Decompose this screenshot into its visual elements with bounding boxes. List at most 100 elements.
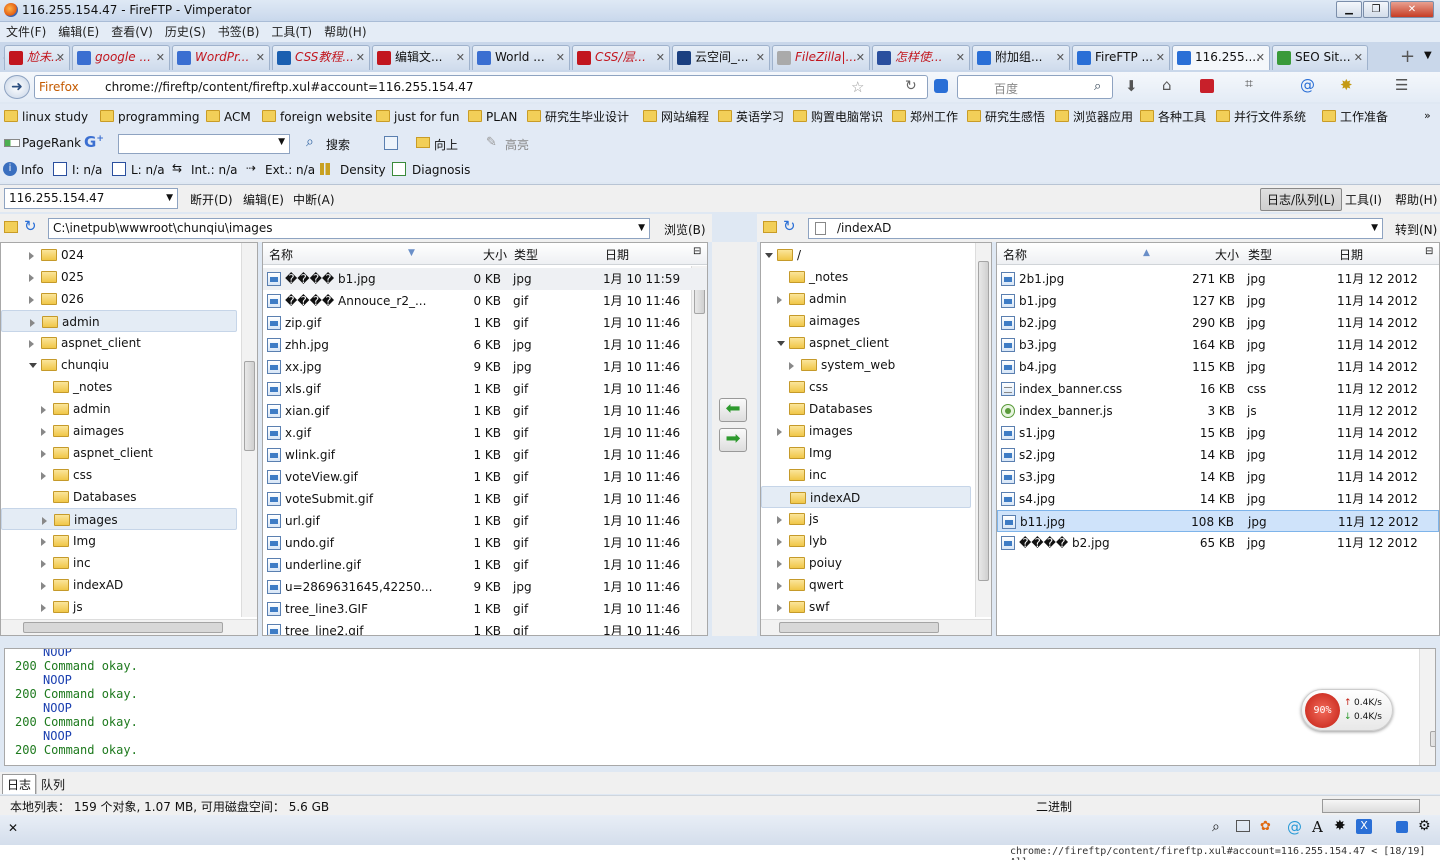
reload-icon[interactable]: ↻ <box>905 78 917 94</box>
goto-button[interactable]: 转到(N) <box>1395 221 1437 238</box>
remote-tree-scrollbar[interactable] <box>975 243 991 617</box>
fox-icon[interactable]: ✿ <box>1260 819 1271 834</box>
window-icon[interactable] <box>1236 820 1250 832</box>
browser-tab[interactable]: FireFTP ... ✕ <box>1072 45 1170 70</box>
local-tree-hscrollbar[interactable] <box>1 619 257 635</box>
close-addon-bar-icon[interactable]: ✕ <box>8 821 18 835</box>
tab-close-icon[interactable]: ✕ <box>1056 46 1065 69</box>
abort-button[interactable]: 中断(A) <box>293 191 335 208</box>
log-tab[interactable]: 日志 <box>2 774 37 794</box>
browser-tab[interactable]: CSS/层... ✕ <box>572 45 670 70</box>
tab-close-icon[interactable]: ✕ <box>1156 46 1165 69</box>
remote-col-name[interactable]: 名称 <box>1003 246 1027 263</box>
file-row[interactable]: tree_line2.gif 1 KB gif 1月 10 11:46 <box>263 620 707 635</box>
home-icon[interactable]: ⌂ <box>1162 76 1172 94</box>
local-refresh-icon[interactable]: ↻ <box>24 217 37 235</box>
expand-arrow-icon[interactable] <box>41 560 46 568</box>
expand-arrow-icon[interactable] <box>789 362 794 370</box>
indexed-i-value[interactable]: I: n/a <box>72 163 102 177</box>
tree-item[interactable]: aimages <box>1 420 237 442</box>
file-row[interactable]: underline.gif 1 KB gif 1月 10 11:46 <box>263 554 707 576</box>
menu-item[interactable]: 编辑(E) <box>52 22 105 42</box>
remote-file-list[interactable]: 名称 ▲ 大小 类型 日期 ⊟ 2b1.jpg 271 KB jpg 11月 12 2… <box>996 242 1440 636</box>
tree-item[interactable]: js <box>1 596 237 618</box>
tree-item[interactable]: inc <box>1 552 237 574</box>
tree-item[interactable]: aimages <box>761 310 971 332</box>
expand-arrow-icon[interactable] <box>29 274 34 282</box>
collapse-arrow-icon[interactable] <box>765 253 773 262</box>
pagerank-label[interactable]: PageRank <box>22 136 81 150</box>
browser-tab[interactable]: SEO Sit... ✕ <box>1272 45 1368 70</box>
addon-red-icon[interactable] <box>1200 79 1214 93</box>
file-row[interactable]: u=2869631645,42250... 9 KB jpg 1月 10 11:46 <box>263 576 707 598</box>
disconnect-button[interactable]: 断开(D) <box>190 191 233 208</box>
search-magnifier-icon[interactable]: ⌕ <box>306 134 314 150</box>
local-path-input[interactable]: C:\inetpub\wwwroot\chunqiu\images ▼ <box>48 218 650 239</box>
collapse-arrow-icon[interactable] <box>777 341 785 350</box>
file-row[interactable]: b2.jpg 290 KB jpg 11月 14 2012 <box>997 312 1439 334</box>
expand-arrow-icon[interactable] <box>41 538 46 546</box>
bookmark-folder[interactable]: foreign website <box>262 109 372 125</box>
xmarks-icon[interactable]: X <box>1356 819 1372 834</box>
tab-close-icon[interactable]: ✕ <box>256 46 265 69</box>
bookmark-folder[interactable]: PLAN <box>468 109 517 125</box>
tree-item[interactable]: qwert <box>761 574 971 596</box>
file-row[interactable]: b3.jpg 164 KB jpg 11月 14 2012 <box>997 334 1439 356</box>
file-row[interactable]: voteSubmit.gif 1 KB gif 1月 10 11:46 <box>263 488 707 510</box>
log-scrollbar[interactable] <box>1419 649 1435 765</box>
tree-item[interactable]: Databases <box>1 486 237 508</box>
collapse-arrow-icon[interactable] <box>29 363 37 372</box>
remote-folder-up-icon[interactable] <box>763 221 777 233</box>
zoom-icon[interactable]: ⌕ <box>1212 819 1220 835</box>
transfer-mode[interactable]: 二进制 <box>1036 798 1072 815</box>
browser-tab[interactable]: World ... ✕ <box>472 45 570 70</box>
tab-close-icon[interactable]: ✕ <box>456 46 465 69</box>
expand-arrow-icon[interactable] <box>41 472 46 480</box>
file-row[interactable]: ���� Annouce_r2_... 0 KB gif 1月 10 11:46 <box>263 290 707 312</box>
bookmark-folder[interactable]: 并行文件系统 <box>1216 109 1306 125</box>
tree-item[interactable]: inc <box>761 464 971 486</box>
file-row[interactable]: b11.jpg 108 KB jpg 11月 12 2012 <box>997 510 1439 532</box>
file-row[interactable]: xian.gif 1 KB gif 1月 10 11:46 <box>263 400 707 422</box>
close-window-button[interactable]: ✕ <box>1390 1 1434 18</box>
tree-item[interactable]: admin <box>761 288 971 310</box>
remote-column-picker-icon[interactable]: ⊟ <box>1425 246 1433 257</box>
tree-item[interactable]: poiuy <box>761 552 971 574</box>
file-row[interactable]: 2b1.jpg 271 KB jpg 11月 12 2012 <box>997 268 1439 290</box>
browser-tab[interactable]: 怎样使... ✕ <box>872 45 970 70</box>
highlight-icon[interactable]: ✎ <box>486 135 497 150</box>
tree-item[interactable]: admin <box>1 310 237 332</box>
tree-item[interactable]: _notes <box>1 376 237 398</box>
expand-arrow-icon[interactable] <box>41 450 46 458</box>
tab-close-icon[interactable]: ✕ <box>356 46 365 69</box>
tree-item[interactable]: images <box>1 508 237 530</box>
file-row[interactable]: b4.jpg 115 KB jpg 11月 14 2012 <box>997 356 1439 378</box>
tab-close-icon[interactable]: ✕ <box>1354 46 1363 69</box>
tree-item[interactable]: Img <box>1 530 237 552</box>
file-row[interactable]: zip.gif 1 KB gif 1月 10 11:46 <box>263 312 707 334</box>
browser-tab[interactable]: 附加组... ✕ <box>972 45 1070 70</box>
bookmark-folder[interactable]: 网站编程 <box>643 109 709 125</box>
gear-small-icon[interactable]: ⚙ <box>1418 818 1431 834</box>
density-button[interactable]: Density <box>340 163 386 177</box>
expand-arrow-icon[interactable] <box>41 582 46 590</box>
menu-item[interactable]: 工具(T) <box>265 22 318 42</box>
remote-refresh-icon[interactable]: ↻ <box>783 217 796 235</box>
remote-tree-hscrollbar[interactable] <box>761 619 991 635</box>
local-file-list[interactable]: 名称 ▼ 大小 类型 日期 ⊟ ���� b1.jpg 0 KB jpg 1月 10 … <box>262 242 708 636</box>
tree-item[interactable]: 024 <box>1 244 237 266</box>
bookmark-folder[interactable]: 英语学习 <box>718 109 784 125</box>
tree-item[interactable]: swf <box>761 596 971 618</box>
blue-addon-icon[interactable] <box>1396 821 1408 833</box>
remote-col-size[interactable]: 大小 <box>1215 246 1239 263</box>
tab-close-icon[interactable]: ✕ <box>556 46 565 69</box>
info-button[interactable]: Info <box>21 163 44 177</box>
tree-item[interactable]: Databases <box>761 398 971 420</box>
up-button[interactable]: 向上 <box>434 136 458 153</box>
tab-close-icon[interactable]: ✕ <box>656 46 665 69</box>
toolbar-search-input[interactable]: ▼ <box>118 134 290 154</box>
tree-item[interactable]: aspnet_client <box>1 332 237 354</box>
bookmark-folder[interactable]: 浏览器应用 <box>1055 109 1133 125</box>
new-tab-button[interactable]: + <box>1400 46 1415 67</box>
remote-col-type[interactable]: 类型 <box>1248 246 1272 263</box>
